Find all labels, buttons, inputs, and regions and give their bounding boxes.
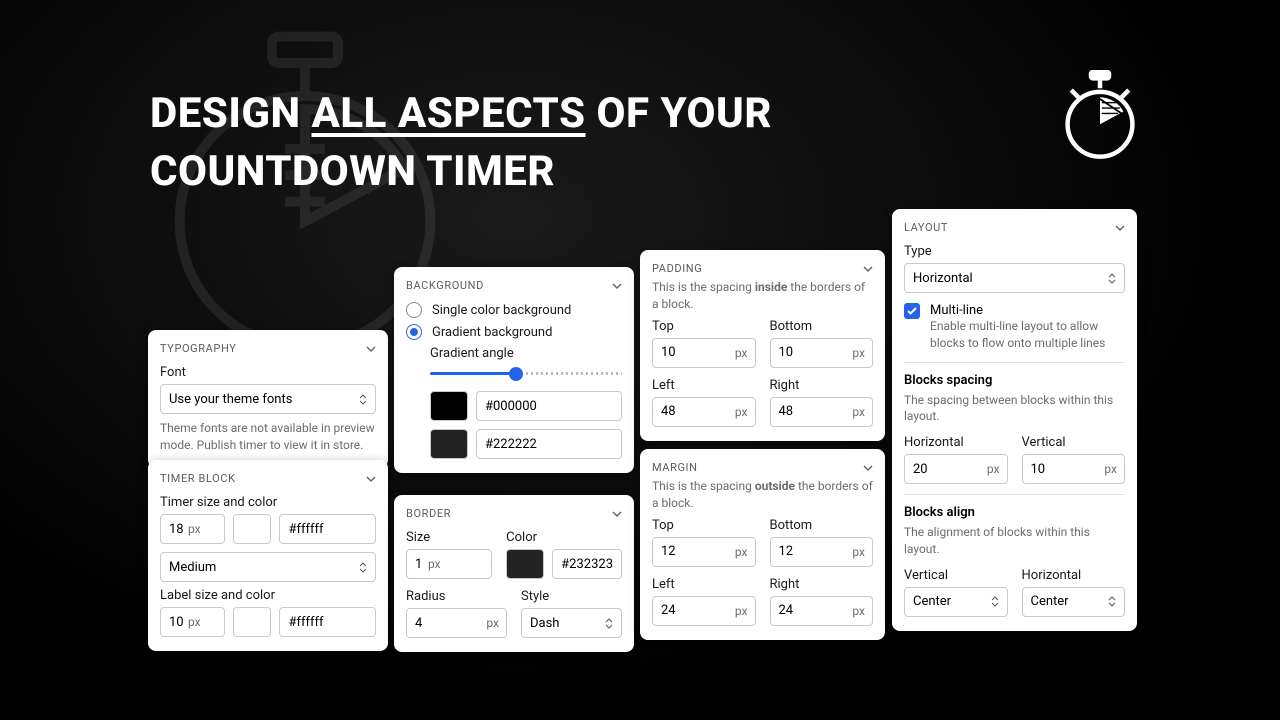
padding-panel: PADDING This is the spacing inside the b…: [640, 250, 885, 441]
background-panel: BACKGROUND Single color background Gradi…: [394, 267, 634, 473]
gradient-color2-swatch[interactable]: [430, 429, 468, 459]
chevron-down-icon: [1115, 223, 1125, 233]
bg-gradient-radio[interactable]: Gradient background: [406, 324, 622, 340]
border-style-label: Style: [521, 589, 622, 604]
gradient-angle-slider[interactable]: [430, 367, 622, 381]
timer-color-swatch[interactable]: [233, 514, 271, 544]
layout-panel: LAYOUT Type Horizontal Multi-line Enable…: [892, 209, 1137, 631]
multiline-label: Multi-line: [930, 303, 1125, 318]
chevron-down-icon: [366, 474, 376, 484]
border-color-input[interactable]: #232323: [552, 549, 622, 579]
align-h-select[interactable]: Center: [1022, 587, 1126, 617]
border-header[interactable]: BORDER: [406, 505, 622, 524]
multiline-checkbox[interactable]: [904, 303, 920, 319]
gradient-angle-label: Gradient angle: [430, 346, 622, 361]
align-v-select[interactable]: Center: [904, 587, 1008, 617]
chevron-down-icon: [366, 344, 376, 354]
margin-header[interactable]: MARGIN: [652, 459, 873, 478]
label-color-input[interactable]: #ffffff: [279, 607, 376, 637]
background-header[interactable]: BACKGROUND: [406, 277, 622, 296]
blocks-spacing-title: Blocks spacing: [904, 373, 1125, 388]
timer-weight-select[interactable]: Medium: [160, 552, 376, 582]
blocks-spacing-desc: The spacing between blocks within this l…: [904, 392, 1125, 426]
border-size-input[interactable]: 1: [406, 549, 492, 579]
timer-block-header[interactable]: TIMER BLOCK: [160, 470, 376, 489]
bg-single-radio[interactable]: Single color background: [406, 302, 622, 318]
margin-panel: MARGIN This is the spacing outside the b…: [640, 449, 885, 640]
label-size-label: Label size and color: [160, 588, 376, 603]
stopwatch-icon: [1055, 70, 1145, 165]
border-radius-label: Radius: [406, 589, 507, 604]
font-label: Font: [160, 365, 376, 380]
padding-desc: This is the spacing inside the borders o…: [652, 279, 873, 313]
timer-color-input[interactable]: #ffffff: [279, 514, 376, 544]
chevron-down-icon: [612, 509, 622, 519]
blocks-align-desc: The alignment of blocks within this layo…: [904, 524, 1125, 558]
timer-size-label: Timer size and color: [160, 495, 376, 510]
border-style-select[interactable]: Dash: [521, 608, 622, 638]
chevron-down-icon: [863, 463, 873, 473]
gradient-color1-input[interactable]: #000000: [476, 391, 622, 421]
border-size-label: Size: [406, 530, 492, 545]
label-color-swatch[interactable]: [233, 607, 271, 637]
chevron-down-icon: [612, 281, 622, 291]
layout-header[interactable]: LAYOUT: [904, 219, 1125, 238]
font-help-text: Theme fonts are not available in preview…: [160, 420, 376, 454]
gradient-color1-swatch[interactable]: [430, 391, 468, 421]
timer-block-panel: TIMER BLOCK Timer size and color 18px #f…: [148, 460, 388, 651]
border-color-swatch[interactable]: [506, 549, 544, 579]
padding-header[interactable]: PADDING: [652, 260, 873, 279]
border-color-label: Color: [506, 530, 622, 545]
font-select[interactable]: Use your theme fonts: [160, 384, 376, 414]
blocks-align-title: Blocks align: [904, 505, 1125, 520]
layout-type-select[interactable]: Horizontal: [904, 263, 1125, 293]
gradient-color2-input[interactable]: #222222: [476, 429, 622, 459]
border-panel: BORDER Size 1px Color #232323 Radius 4px…: [394, 495, 634, 652]
typography-header[interactable]: TYPOGRAPHY: [160, 340, 376, 359]
margin-desc: This is the spacing outside the borders …: [652, 478, 873, 512]
chevron-down-icon: [863, 264, 873, 274]
typography-panel: TYPOGRAPHY Font Use your theme fonts The…: [148, 330, 388, 468]
page-title: DESIGN ALL ASPECTS OF YOUR COUNTDOWN TIM…: [150, 85, 772, 201]
multiline-desc: Enable multi-line layout to allow blocks…: [930, 318, 1125, 352]
